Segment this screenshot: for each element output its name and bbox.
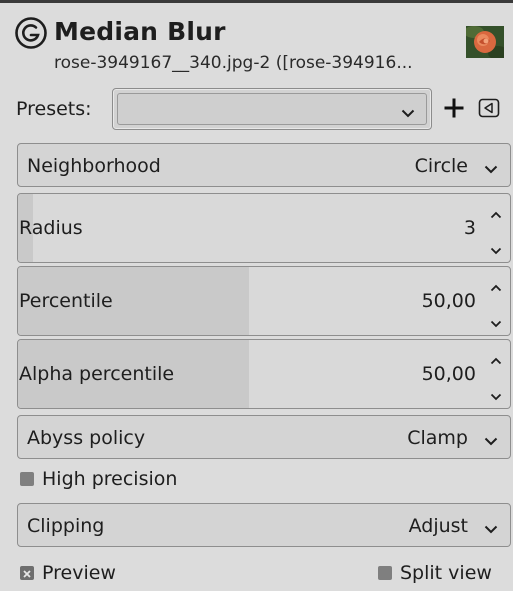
checkbox-unchecked-icon[interactable]	[378, 566, 392, 580]
chevron-down-icon	[484, 519, 498, 538]
radius-value[interactable]: 3	[464, 215, 476, 241]
checkbox-unchecked-icon[interactable]	[20, 472, 34, 486]
window-top-border	[0, 0, 513, 3]
chevron-down-icon	[401, 103, 415, 122]
chevron-down-icon	[484, 431, 498, 450]
chevron-down-icon[interactable]	[490, 386, 502, 405]
chevron-up-icon[interactable]	[490, 277, 502, 296]
neighborhood-label: Neighborhood	[27, 155, 161, 177]
alpha-percentile-spin-scale[interactable]: Alpha percentile 50,00	[17, 339, 511, 409]
plus-icon[interactable]	[442, 94, 466, 122]
clipping-label: Clipping	[27, 515, 105, 537]
image-thumbnail	[466, 26, 504, 58]
clipping-value: Adjust	[408, 515, 468, 537]
presets-label: Presets:	[16, 98, 92, 120]
neighborhood-value: Circle	[414, 155, 468, 177]
percentile-spin-buttons	[482, 267, 510, 335]
split-view-label: Split view	[400, 562, 492, 584]
presets-dropdown[interactable]	[112, 88, 432, 130]
chevron-down-icon	[484, 159, 498, 178]
abyss-policy-dropdown[interactable]: Abyss policy Clamp	[17, 415, 511, 459]
presets-row: Presets:	[14, 86, 504, 132]
chevron-up-icon[interactable]	[490, 350, 502, 369]
gegl-icon	[14, 16, 48, 50]
radius-label: Radius	[19, 217, 83, 239]
image-subtitle: rose-3949167__340.jpg-2 ([rose-394916...	[54, 53, 413, 73]
abyss-policy-value: Clamp	[407, 427, 468, 449]
abyss-policy-label: Abyss policy	[27, 427, 146, 449]
alpha-percentile-spin-buttons	[482, 340, 510, 408]
high-precision-label: High precision	[42, 468, 178, 490]
radius-spin-buttons	[482, 194, 510, 262]
dialog-header: Median Blur rose-3949167__340.jpg-2 ([ro…	[14, 12, 504, 76]
neighborhood-dropdown[interactable]: Neighborhood Circle	[17, 143, 511, 187]
chevron-up-icon[interactable]	[490, 204, 502, 223]
dialog-title: Median Blur	[54, 17, 226, 46]
clipping-dropdown[interactable]: Clipping Adjust	[17, 503, 511, 547]
percentile-label: Percentile	[19, 290, 113, 312]
presets-dropdown-field	[117, 93, 427, 125]
checkbox-checked-icon[interactable]	[20, 566, 34, 580]
percentile-spin-scale[interactable]: Percentile 50,00	[17, 266, 511, 336]
chevron-down-icon[interactable]	[490, 313, 502, 332]
alpha-percentile-label: Alpha percentile	[19, 363, 175, 385]
percentile-value[interactable]: 50,00	[422, 288, 476, 314]
preview-label: Preview	[42, 562, 116, 584]
alpha-percentile-value[interactable]: 50,00	[422, 361, 476, 387]
menu-triangle-icon[interactable]	[478, 98, 500, 118]
chevron-down-icon[interactable]	[490, 240, 502, 259]
radius-spin-scale[interactable]: Radius 3	[17, 193, 511, 263]
